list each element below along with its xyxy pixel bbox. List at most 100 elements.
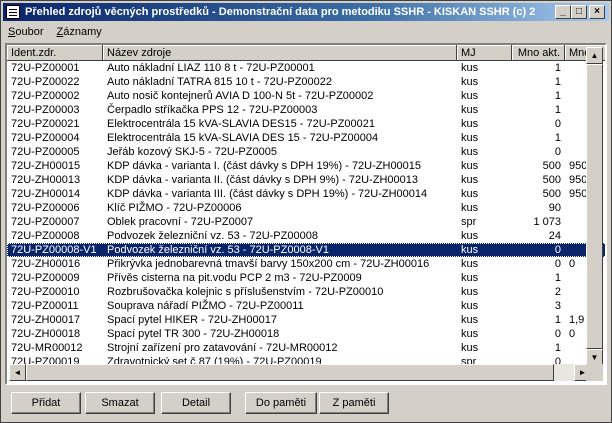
header-mj[interactable]: MJ xyxy=(457,45,512,61)
table-row[interactable]: 72U-ZH00016 Přikrývka jednobarevná tmavší… xyxy=(7,257,605,271)
table-row[interactable]: 72U-PZ00021 Elektrocentrála 15 kVA-SLAVIA… xyxy=(7,117,605,131)
close-button[interactable]: × xyxy=(589,5,605,19)
table-row[interactable]: 72U-MR00012 Strojní zařízení pro zatavová… xyxy=(7,341,605,355)
table-row[interactable]: 72U-ZH00015 KDP dávka - varianta I. (část… xyxy=(7,159,605,173)
cell-name: Auto nákladní TATRA 815 10 t - 72U-PZ000… xyxy=(107,76,333,88)
cell-name: Čerpadlo stříkačka PPS 12 - 72U-PZ00003 xyxy=(107,104,318,116)
from-memory-button[interactable]: Z paměti xyxy=(319,392,389,414)
cell-name: Elektrocentrála 15 kVA-SLAVIA DES 15 - 7… xyxy=(107,132,379,144)
scroll-up-icon[interactable]: ▲ xyxy=(586,47,603,64)
table-row[interactable]: 72U-PZ00004 Elektrocentrála 15 kVA-SLAVIA… xyxy=(7,131,605,145)
app-window: Přehled zdrojů věcných prostředků - Demo… xyxy=(0,0,612,423)
cell-ident: 72U-PZ00004 xyxy=(11,132,80,144)
title-bar[interactable]: Přehled zdrojů věcných prostředků - Demo… xyxy=(3,3,609,21)
cell-ident: 72U-PZ00001 xyxy=(11,62,80,74)
cell-ident: 72U-ZH00014 xyxy=(11,188,81,200)
list-header: Ident.zdr. Název zdroje MJ Mno akt. Mno … xyxy=(7,45,605,61)
cell-qty: 1 xyxy=(554,104,561,116)
cell-qty: 0 xyxy=(554,244,561,256)
table-row[interactable]: 72U-PZ00008-V1 Podvozek železniční vz. 53… xyxy=(7,243,605,257)
detail-button[interactable]: Detail xyxy=(161,392,231,414)
table-row[interactable]: 72U-ZH00013 KDP dávka - varianta II. (čás… xyxy=(7,173,605,187)
horizontal-scroll-thumb[interactable] xyxy=(26,364,554,381)
header-qty[interactable]: Mno akt. xyxy=(512,45,565,61)
cell-name: Rozbrušovačka kolejnic s příslušenstvím … xyxy=(107,286,384,298)
cell-qty: 0 xyxy=(554,328,561,340)
menu-zaznamy[interactable]: Záznamy xyxy=(52,23,107,41)
vertical-scroll-thumb[interactable] xyxy=(586,64,603,349)
table-row[interactable]: 72U-PZ00006 Klíč PIŽMO - 72U-PZ00006 kus 90 xyxy=(7,201,605,215)
table-row[interactable]: 72U-PZ00007 Oblek pracovní - 72U-PZ0007 sp… xyxy=(7,215,605,229)
table-row[interactable]: 72U-PZ00022 Auto nákladní TATRA 815 10 t … xyxy=(7,75,605,89)
cell-ident: 72U-ZH00016 xyxy=(11,258,81,270)
cell-mj: kus xyxy=(461,76,479,88)
table-row[interactable]: 72U-PZ00005 Jeřáb kozový SKJ-5 - 72U-PZ00… xyxy=(7,145,605,159)
delete-button[interactable]: Smazat xyxy=(85,392,155,414)
cell-name: KDP dávka - varianta III. (část dávky s … xyxy=(107,188,428,200)
menu-bar: Soubor Záznamy xyxy=(3,23,609,41)
cell-name: Souprava nářadí PIŽMO - 72U-PZ00011 xyxy=(107,300,304,312)
cell-qty: 90 xyxy=(548,202,561,214)
table-row[interactable]: 72U-PZ00002 Auto nosič kontejnerů AVIA D … xyxy=(7,89,605,103)
cell-name: Elektrocentrála 15 kVA-SLAVIA DES15 - 72… xyxy=(107,118,376,130)
cell-mj: kus xyxy=(461,188,479,200)
cell-mj: kus xyxy=(461,202,479,214)
minimize-button[interactable]: _ xyxy=(555,5,571,19)
table-row[interactable]: 72U-PZ00001 Auto nákladní LIAZ 110 8 t - … xyxy=(7,61,605,75)
table-row[interactable]: 72U-PZ00003 Čerpadlo stříkačka PPS 12 - 7… xyxy=(7,103,605,117)
table-row[interactable]: 72U-PZ00010 Rozbrušovačka kolejnic s přís… xyxy=(7,285,605,299)
maximize-button[interactable]: □ xyxy=(571,5,587,19)
cell-mj: kus xyxy=(461,272,479,284)
cell-name: Klíč PIŽMO - 72U-PZ00006 xyxy=(107,202,242,214)
cell-ident: 72U-PZ00022 xyxy=(11,76,80,88)
cell-qty: 0 xyxy=(554,118,561,130)
cell-ident: 72U-MR00012 xyxy=(11,342,83,354)
cell-qty: 3 xyxy=(554,300,561,312)
cell-qty: 1 xyxy=(554,90,561,102)
cell-name: KDP dávka - varianta II. (část dávky s D… xyxy=(107,174,418,186)
cell-mj: kus xyxy=(461,314,479,326)
button-bar: Přidat Smazat Detail Do paměti Z paměti xyxy=(1,389,612,421)
table-row[interactable]: 72U-ZH00017 Spací pytel HIKER - 72U-ZH000… xyxy=(7,313,605,327)
cell-qty: 1 xyxy=(554,62,561,74)
cell-qty: 1 xyxy=(554,314,561,326)
cell-ident: 72U-ZH00018 xyxy=(11,328,81,340)
cell-name: Podvozek železniční vz. 53 - 72U-PZ0008-… xyxy=(107,244,329,256)
cell-qty: 1 073 xyxy=(533,216,561,228)
horizontal-scrollbar[interactable]: ◄ ► xyxy=(9,364,591,381)
list-icon[interactable] xyxy=(6,5,20,19)
table-row[interactable]: 72U-ZH00018 Spací pytel TR 300 - 72U-ZH00… xyxy=(7,327,605,341)
header-name[interactable]: Název zdroje xyxy=(103,45,457,61)
cell-qty: 500 xyxy=(542,174,561,186)
table-row[interactable]: 72U-PZ00011 Souprava nářadí PIŽMO - 72U-P… xyxy=(7,299,605,313)
cell-ident: 72U-PZ00010 xyxy=(11,286,80,298)
table-row[interactable]: 72U-ZH00014 KDP dávka - varianta III. (čá… xyxy=(7,187,605,201)
cell-ident: 72U-PZ00003 xyxy=(11,104,80,116)
cell-qty: 1 xyxy=(554,76,561,88)
cell-ident: 72U-PZ00008-V1 xyxy=(11,244,97,256)
scroll-left-icon[interactable]: ◄ xyxy=(9,364,26,381)
cell-name: Auto nákladní LIAZ 110 8 t - 72U-PZ00001 xyxy=(107,62,315,74)
cell-mj: kus xyxy=(461,118,479,130)
table-row[interactable]: 72U-PZ00008 Podvozek železniční vz. 53 - … xyxy=(7,229,605,243)
cell-mj: kus xyxy=(461,90,479,102)
cell-mj: kus xyxy=(461,230,479,242)
cell-qty: 0 xyxy=(554,146,561,158)
cell-ident: 72U-PZ00008 xyxy=(11,230,80,242)
cell-ident: 72U-ZH00017 xyxy=(11,314,81,326)
menu-soubor[interactable]: Soubor xyxy=(3,23,48,41)
cell-mj: kus xyxy=(461,286,479,298)
cell-mj: spr xyxy=(461,216,477,228)
cell-name: Přikrývka jednobarevná tmavší barvy 150x… xyxy=(107,258,430,270)
resource-list[interactable]: Ident.zdr. Název zdroje MJ Mno akt. Mno … xyxy=(5,43,607,385)
cell-mj: kus xyxy=(461,62,479,74)
add-button[interactable]: Přidat xyxy=(11,392,81,414)
header-ident[interactable]: Ident.zdr. xyxy=(7,45,103,61)
cell-mj: kus xyxy=(461,146,479,158)
cell-name: Auto nosič kontejnerů AVIA D 100-N 5t - … xyxy=(107,90,374,102)
cell-ident: 72U-PZ00011 xyxy=(11,300,79,312)
cell-name: Podvozek železniční vz. 53 - 72U-PZ00008 xyxy=(107,230,318,242)
vertical-scrollbar[interactable]: ▲ ▼ xyxy=(586,47,603,366)
table-row[interactable]: 72U-PZ00009 Přívěs cisterna na pit.vodu P… xyxy=(7,271,605,285)
to-memory-button[interactable]: Do paměti xyxy=(245,392,317,414)
